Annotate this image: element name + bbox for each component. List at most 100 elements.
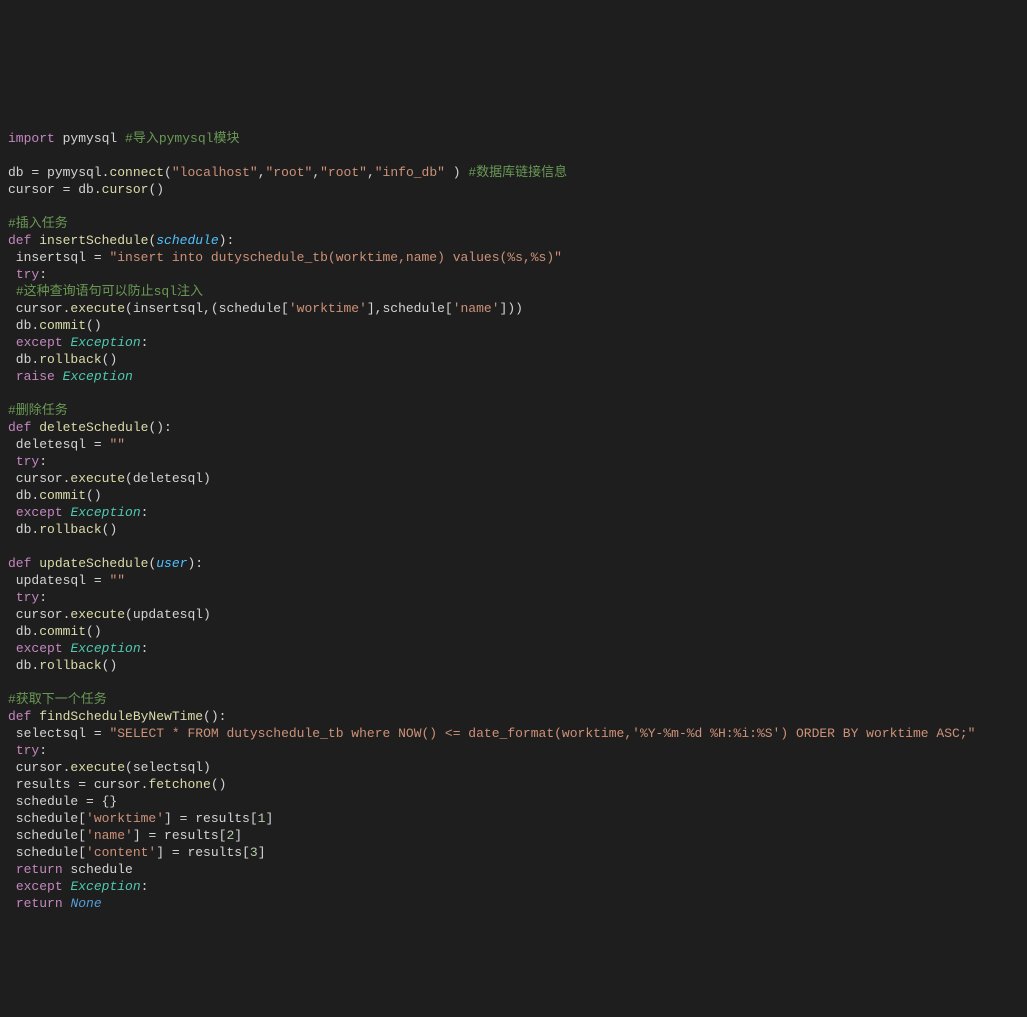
code-token-plain: ]	[164, 811, 180, 826]
code-line[interactable]: try:	[8, 742, 1019, 759]
code-line[interactable]: try:	[8, 453, 1019, 470]
code-token-plain: (	[164, 165, 172, 180]
code-line[interactable]: def insertSchedule(schedule):	[8, 232, 1019, 249]
code-token-plain	[8, 590, 16, 605]
code-token-comment: #这种查询语句可以防止sql注入	[16, 284, 203, 299]
code-line[interactable]: raise Exception	[8, 368, 1019, 385]
code-token-plain: schedule	[63, 862, 133, 877]
code-line[interactable]: cursor.execute(deletesql)	[8, 470, 1019, 487]
code-line[interactable]: return None	[8, 895, 1019, 912]
code-editor[interactable]: import pymysql #导入pymysql模块 db = pymysql…	[8, 130, 1019, 912]
code-token-keyword: except	[16, 505, 63, 520]
code-line[interactable]: cursor.execute(insertsql,(schedule['work…	[8, 300, 1019, 317]
code-token-plain: db.	[8, 488, 39, 503]
code-token-func: execute	[70, 301, 125, 316]
code-line[interactable]: #这种查询语句可以防止sql注入	[8, 283, 1019, 300]
code-line[interactable]: schedule['worktime'] = results[1]	[8, 810, 1019, 827]
code-token-func: findScheduleByNewTime	[39, 709, 203, 724]
code-line[interactable]: #插入任务	[8, 215, 1019, 232]
code-token-plain: :	[39, 267, 47, 282]
code-line[interactable]: def updateSchedule(user):	[8, 555, 1019, 572]
code-token-plain: ]))	[500, 301, 523, 316]
code-line[interactable]	[8, 674, 1019, 691]
code-token-plain: schedule[	[8, 811, 86, 826]
code-token-func: commit	[39, 318, 86, 333]
code-line[interactable]: except Exception:	[8, 640, 1019, 657]
code-line[interactable]: try:	[8, 589, 1019, 606]
code-line[interactable]: db.rollback()	[8, 351, 1019, 368]
code-line[interactable]: #获取下一个任务	[8, 691, 1019, 708]
code-line[interactable]	[8, 385, 1019, 402]
code-line[interactable]: updatesql = ""	[8, 572, 1019, 589]
code-token-keyword: return	[16, 862, 63, 877]
code-line[interactable]: except Exception:	[8, 334, 1019, 351]
code-token-keyword: except	[16, 335, 63, 350]
code-token-func: rollback	[39, 658, 101, 673]
code-token-string: "info_db"	[375, 165, 445, 180]
code-line[interactable]	[8, 147, 1019, 164]
code-line[interactable]: db.commit()	[8, 317, 1019, 334]
code-token-func: deleteSchedule	[39, 420, 148, 435]
code-line[interactable]: results = cursor.fetchone()	[8, 776, 1019, 793]
code-token-plain: db.	[8, 352, 39, 367]
code-line[interactable]: except Exception:	[8, 504, 1019, 521]
code-token-plain: ()	[211, 777, 227, 792]
code-line[interactable]: cursor = db.cursor()	[8, 181, 1019, 198]
code-line[interactable]	[8, 538, 1019, 555]
code-token-plain	[8, 862, 16, 877]
code-token-keyword: return	[16, 896, 63, 911]
code-line[interactable]: selectsql = "SELECT * FROM dutyschedule_…	[8, 725, 1019, 742]
code-line[interactable]: return schedule	[8, 861, 1019, 878]
code-token-plain	[8, 879, 16, 894]
code-line[interactable]: db.commit()	[8, 623, 1019, 640]
code-line[interactable]: import pymysql #导入pymysql模块	[8, 130, 1019, 147]
code-line[interactable]: #删除任务	[8, 402, 1019, 419]
code-token-plain: ()	[86, 488, 102, 503]
code-token-plain	[55, 369, 63, 384]
code-token-plain: updatesql	[8, 573, 94, 588]
code-line[interactable]: def deleteSchedule():	[8, 419, 1019, 436]
code-line[interactable]: schedule = {}	[8, 793, 1019, 810]
code-token-string: "localhost"	[172, 165, 258, 180]
code-token-plain: ():	[203, 709, 226, 724]
code-line[interactable]: db = pymysql.connect("localhost","root",…	[8, 164, 1019, 181]
code-token-string: 'name'	[453, 301, 500, 316]
code-token-plain	[8, 896, 16, 911]
code-token-func: rollback	[39, 352, 101, 367]
code-token-plain: ()	[102, 352, 118, 367]
code-line[interactable]: cursor.execute(selectsql)	[8, 759, 1019, 776]
code-token-keyword: raise	[16, 369, 55, 384]
code-token-class: Exception	[70, 505, 140, 520]
code-line[interactable]	[8, 198, 1019, 215]
code-token-plain: :	[141, 335, 149, 350]
code-line[interactable]: db.rollback()	[8, 521, 1019, 538]
code-token-keyword: try	[16, 743, 39, 758]
code-token-string: "root"	[266, 165, 313, 180]
code-line[interactable]: schedule['name'] = results[2]	[8, 827, 1019, 844]
code-line[interactable]: def findScheduleByNewTime():	[8, 708, 1019, 725]
code-line[interactable]: deletesql = ""	[8, 436, 1019, 453]
code-token-plain: ,	[367, 165, 375, 180]
code-token-comment: #获取下一个任务	[8, 692, 107, 707]
code-token-class: Exception	[70, 879, 140, 894]
code-token-plain: ],schedule[	[367, 301, 453, 316]
code-token-plain: ()	[148, 182, 164, 197]
code-token-plain: db.	[8, 658, 39, 673]
code-token-plain: results	[8, 777, 78, 792]
code-token-plain: :	[141, 505, 149, 520]
code-line[interactable]: schedule['content'] = results[3]	[8, 844, 1019, 861]
code-line[interactable]: except Exception:	[8, 878, 1019, 895]
code-line[interactable]: cursor.execute(updatesql)	[8, 606, 1019, 623]
code-line[interactable]: db.commit()	[8, 487, 1019, 504]
code-token-plain: ]	[234, 828, 242, 843]
code-line[interactable]: try:	[8, 266, 1019, 283]
code-token-param: user	[156, 556, 187, 571]
code-token-func: cursor	[102, 182, 149, 197]
code-line[interactable]: insertsql = "insert into dutyschedule_tb…	[8, 249, 1019, 266]
code-line[interactable]: db.rollback()	[8, 657, 1019, 674]
code-token-plain: cursor	[8, 182, 63, 197]
code-token-plain: ):	[219, 233, 235, 248]
code-token-plain	[63, 896, 71, 911]
code-token-keyword: def	[8, 556, 31, 571]
code-token-plain	[8, 369, 16, 384]
